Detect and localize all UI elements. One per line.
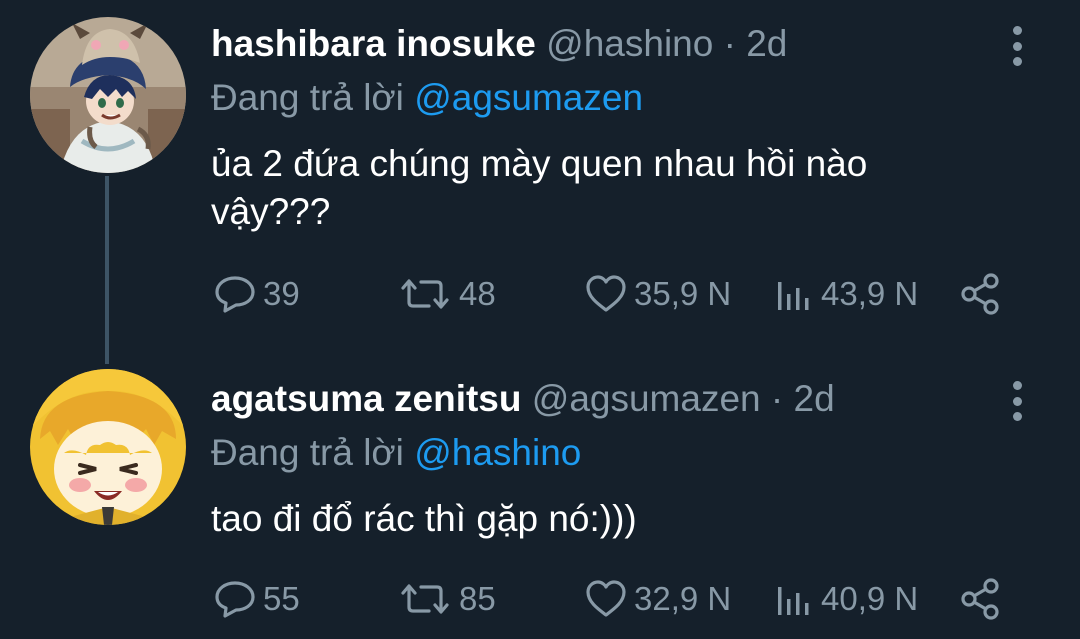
retweet-button[interactable]: 48 (397, 268, 496, 320)
tweet-text: tao đi đổ rác thì gặp nó:))) (211, 498, 637, 539)
tweet-1[interactable]: hashibara inosuke @hashino · 2d Đang trả… (0, 0, 1080, 350)
tweet-actions: 55 85 32,9 N 40,9 N (211, 573, 1011, 625)
avatar[interactable] (30, 17, 186, 173)
tweet-actions: 39 48 35,9 N 43,9 N (211, 268, 1011, 320)
more-options-icon[interactable] (1003, 381, 1031, 421)
separator-dot: · (723, 23, 736, 64)
views-chart-icon (778, 587, 809, 615)
reply-button[interactable]: 39 (213, 268, 300, 320)
reply-icon (215, 581, 255, 618)
like-button[interactable]: 32,9 N (584, 573, 731, 625)
views-button[interactable]: 43,9 N (775, 268, 918, 320)
retweet-count: 48 (459, 275, 496, 312)
more-options-icon[interactable] (1003, 26, 1031, 66)
retweet-icon (401, 279, 449, 309)
share-icon (961, 578, 999, 620)
timestamp[interactable]: 2d (746, 23, 787, 64)
separator-dot: · (770, 378, 784, 419)
boar-mask-avatar-icon (30, 17, 186, 173)
blonde-boy-avatar-icon (30, 369, 186, 525)
tweet-header: hashibara inosuke @hashino · 2d (211, 22, 787, 66)
like-count: 35,9 N (634, 275, 732, 312)
retweet-button[interactable]: 85 (397, 573, 496, 625)
reply-mention-link[interactable]: @hashino (414, 432, 581, 473)
retweet-icon (401, 584, 449, 614)
reply-prefix: Đang trả lời (211, 432, 404, 473)
reply-context: Đang trả lời @hashino (211, 431, 581, 475)
tweet-text: ủa 2 đứa chúng mày quen nhau hồi nào vậy… (211, 143, 868, 232)
user-handle[interactable]: @agsumazen (532, 378, 761, 419)
share-button[interactable] (959, 268, 1003, 320)
reply-mention-link[interactable]: @agsumazen (414, 77, 643, 118)
display-name[interactable]: hashibara inosuke (211, 23, 536, 64)
heart-icon (586, 275, 626, 312)
reply-count: 55 (263, 580, 300, 617)
share-button[interactable] (959, 573, 1003, 625)
avatar[interactable] (30, 369, 186, 525)
user-handle[interactable]: @hashino (546, 23, 713, 64)
views-count: 40,9 N (821, 580, 919, 617)
like-button[interactable]: 35,9 N (584, 268, 731, 320)
tweet-header: agatsuma zenitsu @agsumazen · 2d (211, 377, 835, 421)
heart-icon (586, 580, 626, 617)
reply-prefix: Đang trả lời (211, 77, 404, 118)
reply-count: 39 (263, 275, 300, 312)
views-button[interactable]: 40,9 N (775, 573, 918, 625)
display-name[interactable]: agatsuma zenitsu (211, 378, 521, 419)
share-icon (961, 273, 999, 315)
views-chart-icon (778, 282, 809, 310)
like-count: 32,9 N (634, 580, 732, 617)
retweet-count: 85 (459, 580, 496, 617)
timestamp[interactable]: 2d (794, 378, 835, 419)
reply-context: Đang trả lời @agsumazen (211, 76, 643, 120)
views-count: 43,9 N (821, 275, 919, 312)
reply-icon (215, 276, 255, 313)
tweet-2[interactable]: agatsuma zenitsu @agsumazen · 2d Đang tr… (0, 355, 1080, 639)
reply-button[interactable]: 55 (213, 573, 300, 625)
